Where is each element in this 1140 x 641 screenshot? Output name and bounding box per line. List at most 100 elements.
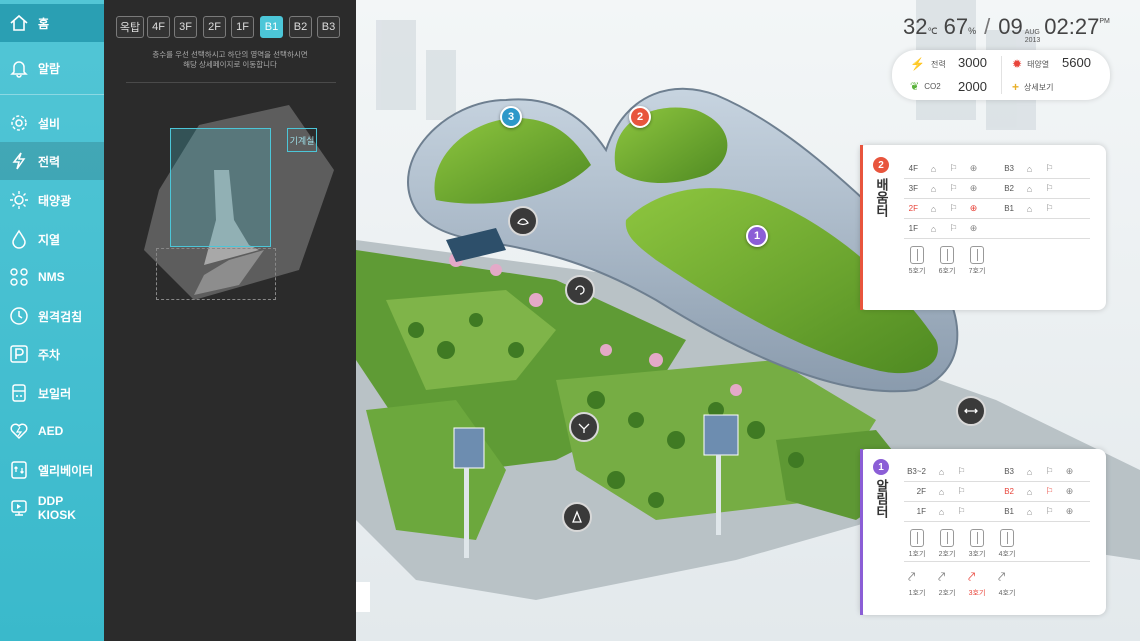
network-icon: [8, 266, 30, 288]
temperature-value: 32: [903, 14, 928, 39]
elevator-icon[interactable]: [970, 529, 984, 547]
alarm-icon: ⊕: [969, 163, 978, 173]
machine-room-label[interactable]: 기계실: [287, 128, 317, 152]
instruction-line: 해당 상세페이지로 이동합니다: [183, 60, 277, 69]
nav-label: DDP KIOSK: [37, 494, 76, 522]
floor-row: 3F ⌂ ⚐ ⊕: [904, 179, 1004, 198]
floor-row: B3 ⌂ ⚐: [1000, 159, 1064, 178]
floor-row: B1 ⌂ ⚐ ⊕: [1000, 502, 1084, 521]
nav-solar[interactable]: 태양광: [0, 181, 104, 219]
nav-elevator[interactable]: 엘리베이터: [0, 451, 104, 489]
nav-remote-metering[interactable]: 원격검침: [0, 297, 104, 335]
floor-panel: 옥탑 4F 3F 2F 1F B1 B2 B3 층수를 우선 선택하시고 하단의…: [104, 0, 356, 641]
escalator-label: 3호기: [968, 590, 986, 597]
floor-button-1f[interactable]: 1F: [231, 16, 254, 38]
nav-power[interactable]: 전력: [0, 142, 104, 180]
divider: [904, 178, 1090, 179]
floor-button-4f[interactable]: 4F: [147, 16, 170, 38]
co2-item: ❦ CO2: [910, 80, 941, 93]
floor-row: 1F ⌂ ⚐: [904, 502, 1004, 521]
card-accent: [860, 145, 863, 310]
map-pin-1[interactable]: 1: [746, 225, 768, 247]
sun-icon: ✹: [1012, 57, 1023, 71]
exit-icon: ⚐: [957, 486, 966, 496]
floor-button-3f[interactable]: 3F: [174, 16, 197, 38]
elevator-label: 6호기: [938, 268, 956, 275]
floor-label: 2F: [908, 204, 918, 213]
floor-button-b1[interactable]: B1: [260, 16, 283, 38]
floor-button-b2[interactable]: B2: [289, 16, 312, 38]
nav-aed[interactable]: AED: [0, 412, 104, 450]
floor-label: B1: [1004, 507, 1014, 516]
map-pin-3[interactable]: 3: [500, 106, 522, 128]
alarm-icon: ⊕: [1065, 506, 1074, 516]
floor-button-2f[interactable]: 2F: [203, 16, 226, 38]
floor-label: B3~2: [907, 467, 926, 476]
exit-icon: ⚐: [957, 466, 966, 476]
floor-label: 1F: [916, 507, 926, 516]
card-accent: [860, 449, 863, 615]
elevator-icon[interactable]: [940, 529, 954, 547]
map-marker-turn-icon[interactable]: [569, 412, 599, 442]
floor-label: B2: [1004, 487, 1014, 496]
floor-row: B2 ⌂ ⚐: [1000, 179, 1064, 198]
building-card-1: 1 알림터 B3~2 ⌂ ⚐ 2F ⌂ ⚐ 1F ⌂ ⚐ B3 ⌂ ⚐ ⊕ B2 ⌂ ⚐ ⊕ B1 ⌂ ⚐ ⊕…: [860, 449, 1106, 615]
ampm: PM: [1099, 18, 1110, 25]
month-year: AUG 2013: [1025, 29, 1041, 45]
map-marker-spiral-icon[interactable]: [565, 275, 595, 305]
alarm-icon: ⊕: [1065, 466, 1074, 476]
gear-icon: [8, 112, 30, 134]
map-marker-play-icon[interactable]: [562, 502, 592, 532]
map-marker-arrows-icon[interactable]: [956, 396, 986, 426]
zone-machine-room[interactable]: [170, 128, 271, 247]
fire-icon: ⌂: [930, 203, 937, 214]
floor-row: 1F ⌂ ⚐ ⊕: [904, 219, 1004, 238]
elevator-icon[interactable]: [940, 246, 954, 264]
elevator-label: 4호기: [998, 551, 1016, 558]
nav-label: 지열: [38, 232, 61, 247]
nav-geothermal[interactable]: 지열: [0, 220, 104, 258]
nav-equipment[interactable]: 설비: [0, 104, 104, 142]
boiler-icon: [8, 382, 30, 404]
nav-label: 보일러: [38, 386, 72, 401]
zone-area[interactable]: [156, 248, 276, 300]
instruction-line: 층수를 우선 선택하시고 하단의 영역을 선택하시면: [152, 50, 308, 59]
elevator-icon[interactable]: [970, 246, 984, 264]
escalator-icon[interactable]: ⤤: [908, 569, 915, 585]
nav-home[interactable]: 홈: [0, 4, 104, 42]
nav-ddp-kiosk[interactable]: DDP KIOSK: [0, 489, 104, 527]
divider: [126, 82, 336, 83]
fire-icon: ⌂: [930, 183, 937, 194]
map-pin-2[interactable]: 2: [629, 106, 651, 128]
elevator-icon[interactable]: [910, 529, 924, 547]
nav-alarm[interactable]: 알람: [0, 49, 104, 87]
fire-icon: ⌂: [1026, 486, 1033, 497]
card-number: 2: [873, 157, 889, 173]
solar-item: ✹ 태양열: [1012, 57, 1049, 71]
escalator-icon[interactable]: ⤤: [938, 569, 945, 585]
escalator-icon[interactable]: ⤤: [968, 569, 975, 585]
sprout-icon: ❦: [910, 81, 920, 93]
nav-nms[interactable]: NMS: [0, 258, 104, 296]
fire-icon: ⌂: [1026, 466, 1033, 477]
nav-label: 설비: [38, 116, 61, 131]
power-value: 3000: [958, 55, 987, 70]
nav-label: AED: [38, 424, 64, 438]
floor-label: B3: [1004, 164, 1014, 173]
elevator-icon[interactable]: [910, 246, 924, 264]
escalator-icon[interactable]: ⤤: [998, 569, 1005, 585]
floor-button-b3[interactable]: B3: [317, 16, 340, 38]
floor-button-rooftop[interactable]: 옥탑: [116, 16, 144, 38]
floor-row: B1 ⌂ ⚐: [1000, 199, 1064, 218]
map-marker-lotus-icon[interactable]: [508, 206, 538, 236]
nav-parking[interactable]: 주차: [0, 335, 104, 373]
exit-icon: ⚐: [1045, 466, 1054, 476]
elevator-icon[interactable]: [1000, 529, 1014, 547]
fire-icon: ⌂: [938, 506, 945, 517]
divider: [904, 198, 1090, 199]
heart-icon: [8, 420, 30, 442]
nav-boiler[interactable]: 보일러: [0, 374, 104, 412]
humidity-unit: %: [968, 26, 977, 36]
fire-icon: ⌂: [1026, 163, 1033, 174]
detail-link[interactable]: + 상세보기: [1012, 80, 1053, 94]
